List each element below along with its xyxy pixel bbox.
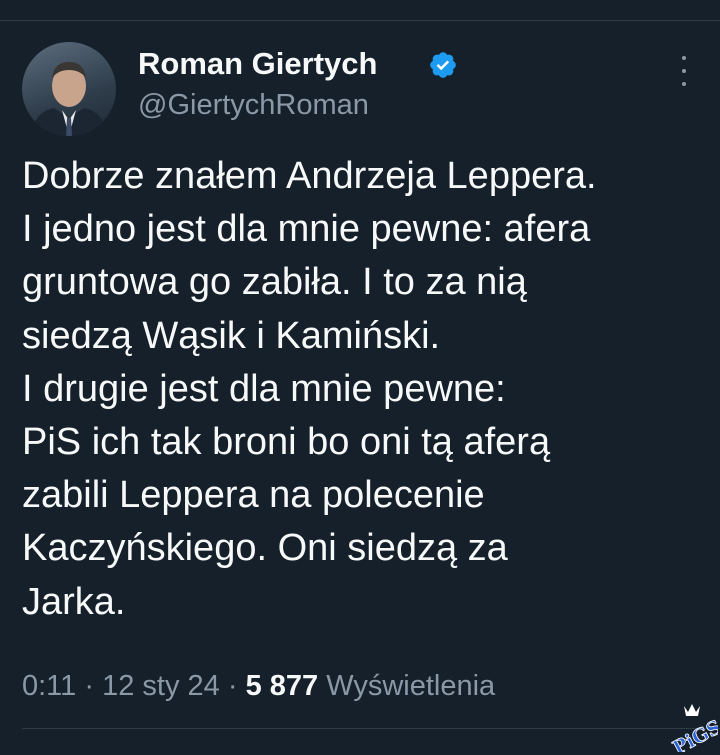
more-dot: [682, 56, 686, 60]
tweet-text-line: gruntowa go zabiła. I to za nią: [22, 261, 527, 304]
more-options-icon[interactable]: [670, 56, 698, 86]
avatar-portrait-icon: [30, 62, 108, 136]
tweet-meta: 0:11 · 12 sty 24 · 5 877 Wyświetlenia: [22, 670, 495, 703]
tweet-text-line: I drugie jest dla mnie pewne:: [22, 367, 506, 410]
author-display-name[interactable]: Roman Giertych: [138, 46, 377, 82]
top-divider: [0, 20, 720, 21]
svg-text:PiGS: PiGS: [669, 716, 718, 752]
pigs-watermark-logo: PiGS: [669, 704, 718, 752]
tweet-text: Dobrze znałem Andrzeja Leppera. I jedno …: [22, 150, 702, 629]
tweet-text-line: Dobrze znałem Andrzeja Leppera.: [22, 155, 597, 197]
meta-separator: ·: [227, 670, 238, 702]
verified-badge-icon: [430, 52, 456, 78]
tweet-text-line: Jarka.: [22, 580, 126, 623]
tweet-text-line: PiS ich tak broni bo oni tą aferą: [22, 421, 551, 464]
tweet-text-line: I jedno jest dla mnie pewne: afera: [22, 208, 591, 251]
avatar[interactable]: [22, 42, 116, 136]
meta-separator: ·: [84, 670, 95, 702]
tweet-text-line: zabili Leppera na polecenie: [22, 474, 485, 517]
tweet-date[interactable]: 12 sty 24: [102, 670, 220, 702]
views-label[interactable]: Wyświetlenia: [326, 670, 495, 702]
author-handle[interactable]: @GiertychRoman: [138, 89, 369, 122]
tweet-text-line: siedzą Wąsik i Kamiński.: [22, 314, 441, 357]
views-count[interactable]: 5 877: [246, 670, 319, 702]
bottom-divider: [22, 728, 720, 729]
more-dot: [682, 82, 686, 86]
tweet-text-line: Kaczyńskiego. Oni siedzą za: [22, 527, 508, 570]
tweet-time[interactable]: 0:11: [22, 670, 76, 702]
more-dot: [682, 69, 686, 73]
